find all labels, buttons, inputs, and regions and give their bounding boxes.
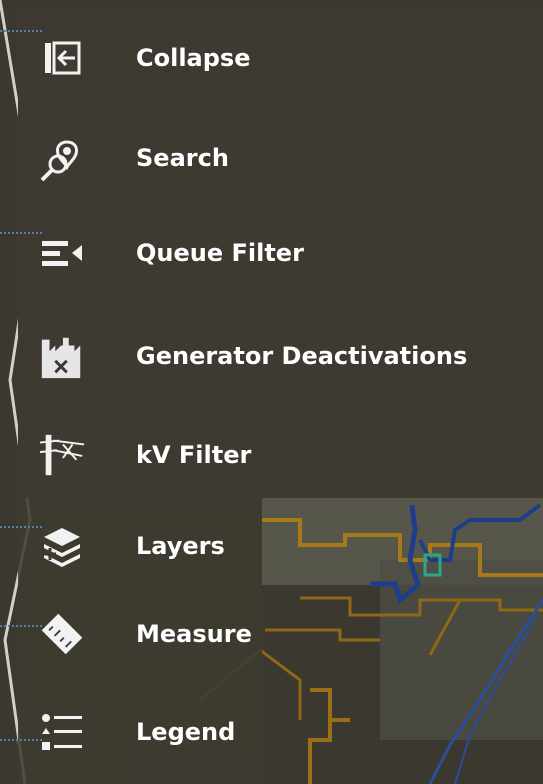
menu-item-legend[interactable]: Legend [18, 692, 543, 772]
menu-item-generator-deactivations[interactable]: Generator Deactivations [18, 316, 543, 396]
search-pin-icon [38, 134, 86, 182]
transmission-tower-icon [38, 431, 86, 479]
queue-filter-icon [38, 229, 86, 277]
menu-item-layers[interactable]: Layers [18, 506, 543, 586]
pointer-line-layers [0, 526, 42, 528]
layers-label: Layers [136, 532, 225, 560]
kv-filter-label: kV Filter [136, 441, 252, 469]
menu-item-queue-filter[interactable]: Queue Filter [18, 213, 543, 293]
pointer-line-measure [0, 625, 42, 627]
legend-list-icon [38, 708, 86, 756]
factory-x-icon [38, 332, 86, 380]
legend-label: Legend [136, 718, 236, 746]
menu-item-search[interactable]: Search [18, 118, 543, 198]
generator-deactivations-label: Generator Deactivations [136, 342, 468, 370]
pointer-line-collapse [0, 30, 42, 32]
layers-icon [38, 522, 86, 570]
pointer-line-queue-filter [0, 232, 42, 234]
menu-item-kv-filter[interactable]: kV Filter [18, 415, 543, 495]
collapse-label: Collapse [136, 44, 251, 72]
collapse-icon [38, 34, 86, 82]
pointer-line-legend [0, 739, 42, 741]
search-label: Search [136, 144, 229, 172]
queue-filter-label: Queue Filter [136, 239, 304, 267]
measure-label: Measure [136, 620, 252, 648]
ruler-icon [38, 610, 86, 658]
menu-item-measure[interactable]: Measure [18, 594, 543, 674]
menu-item-collapse[interactable]: Collapse [18, 18, 543, 98]
